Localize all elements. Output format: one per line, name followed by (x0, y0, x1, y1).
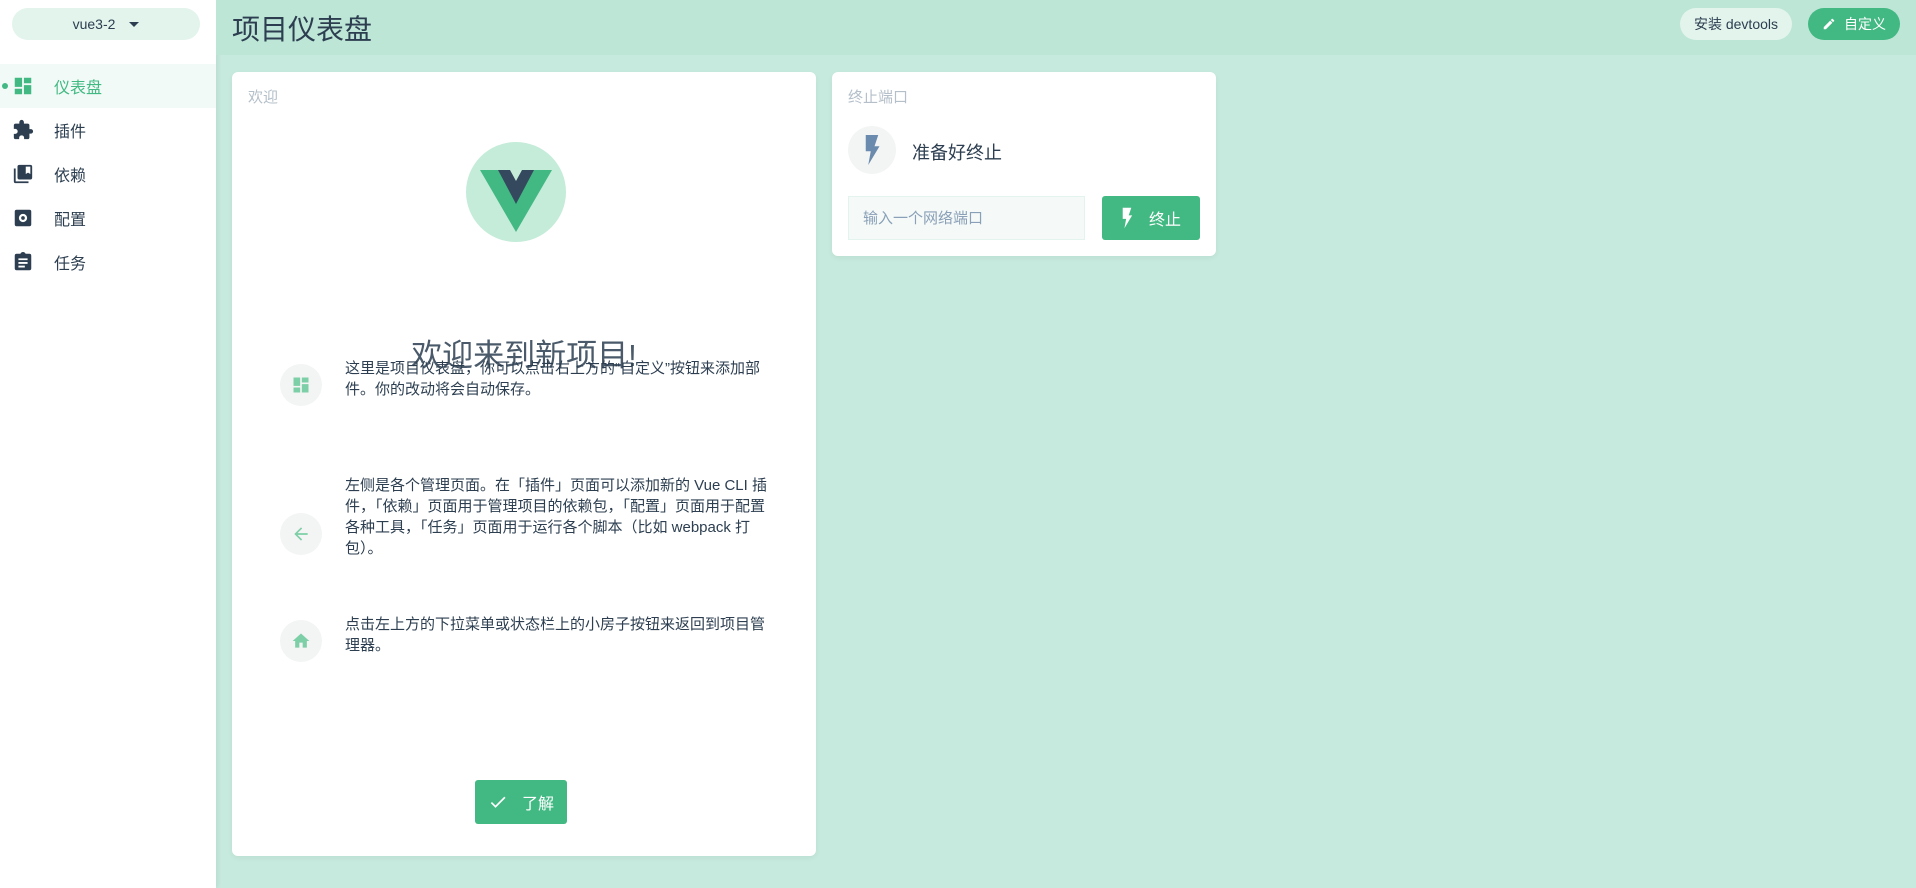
tip-item: 左侧是各个管理页面。在「插件」页面可以添加新的 Vue CLI 插件，「依赖」页… (280, 475, 780, 559)
tip-text: 左侧是各个管理页面。在「插件」页面可以添加新的 Vue CLI 插件，「依赖」页… (345, 477, 767, 557)
customize-label: 自定义 (1844, 16, 1886, 32)
home-icon (280, 620, 322, 662)
got-it-label: 了解 (521, 796, 554, 813)
vue-logo (466, 142, 566, 242)
project-selector[interactable]: vue3-2 (12, 8, 200, 40)
pencil-icon (1823, 18, 1835, 30)
sidebar-item-configuration[interactable]: 配置 (0, 196, 216, 240)
sidebar-item-dependencies[interactable]: 依赖 (0, 152, 216, 196)
sidebar-item-tasks[interactable]: 任务 (0, 240, 216, 284)
tip-item: 点击左上方的下拉菜单或状态栏上的小房子按钮来返回到项目管理器。 (280, 616, 780, 662)
welcome-widget: 欢迎 欢迎来到新项目! 这里是项目仪表盘，你可以点击右上方的“自定义”按钮来添加… (232, 72, 816, 856)
widget-title: 终止端口 (848, 89, 909, 106)
sidebar-item-label: 配置 (54, 212, 87, 229)
arrow-left-icon (280, 513, 322, 555)
sidebar-item-dashboard[interactable]: 仪表盘 (0, 64, 216, 108)
tip-text: 这里是项目仪表盘，你可以点击右上方的“自定义”按钮来添加部件。你的改动将会自动保… (345, 360, 760, 398)
kill-button[interactable]: 终止 (1102, 196, 1200, 240)
tip-text: 点击左上方的下拉菜单或状态栏上的小房子按钮来返回到项目管理器。 (345, 616, 766, 654)
check-icon (490, 796, 506, 808)
sidebar-item-label: 任务 (54, 256, 87, 273)
project-name: vue3-2 (72, 16, 116, 32)
kill-port-widget: 终止端口 准备好终止 终止 (832, 72, 1216, 256)
install-devtools-button[interactable]: 安装 devtools (1680, 8, 1792, 40)
dashboard-icon (14, 77, 32, 95)
sidebar: vue3-2 仪表盘 插件 依赖 配置 任务 (0, 0, 216, 888)
settings-icon (14, 209, 32, 227)
sidebar-nav: 仪表盘 插件 依赖 配置 任务 (0, 64, 216, 284)
tip-item: 这里是项目仪表盘，你可以点击右上方的“自定义”按钮来添加部件。你的改动将会自动保… (280, 360, 780, 406)
puzzle-icon (13, 119, 34, 140)
clipboard-icon (14, 251, 32, 271)
kill-label: 终止 (1148, 212, 1181, 229)
sidebar-item-plugins[interactable]: 插件 (0, 108, 216, 152)
flash-icon (1122, 207, 1133, 229)
port-input[interactable] (848, 196, 1085, 240)
sidebar-item-label: 仪表盘 (54, 80, 103, 97)
library-icon (13, 164, 33, 184)
page-title: 项目仪表盘 (232, 13, 373, 45)
got-it-button[interactable]: 了解 (475, 780, 567, 824)
flash-icon (848, 126, 896, 174)
dashboard-icon (280, 364, 322, 406)
customize-button[interactable]: 自定义 (1808, 8, 1900, 40)
port-status: 准备好终止 (912, 143, 1002, 163)
top-bar: 项目仪表盘 (216, 0, 1916, 55)
caret-down-icon (129, 21, 140, 27)
sidebar-item-label: 依赖 (54, 168, 87, 185)
sidebar-item-label: 插件 (54, 124, 87, 141)
widget-title: 欢迎 (248, 89, 279, 106)
